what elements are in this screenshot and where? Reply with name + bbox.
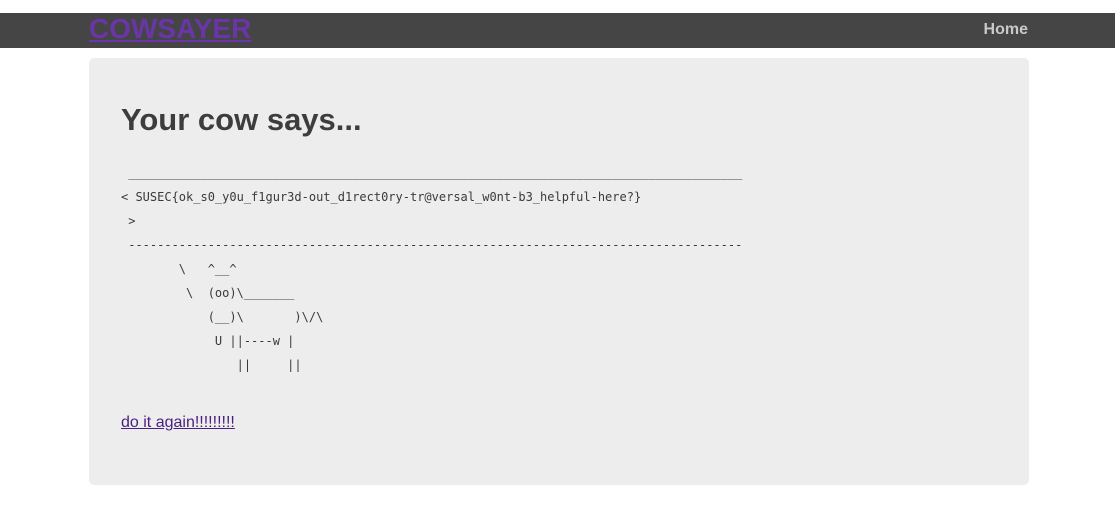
brand-link[interactable]: COWSAYER xyxy=(89,13,251,48)
content-panel: Your cow says... _______________________… xyxy=(89,58,1029,485)
page-title: Your cow says... xyxy=(121,102,362,137)
nav-home-link[interactable]: Home xyxy=(984,13,1028,48)
cowsay-output: ________________________________________… xyxy=(121,166,743,372)
do-it-again-link[interactable]: do it again!!!!!!!!! xyxy=(121,414,235,432)
top-navbar: COWSAYER Home xyxy=(0,13,1115,48)
